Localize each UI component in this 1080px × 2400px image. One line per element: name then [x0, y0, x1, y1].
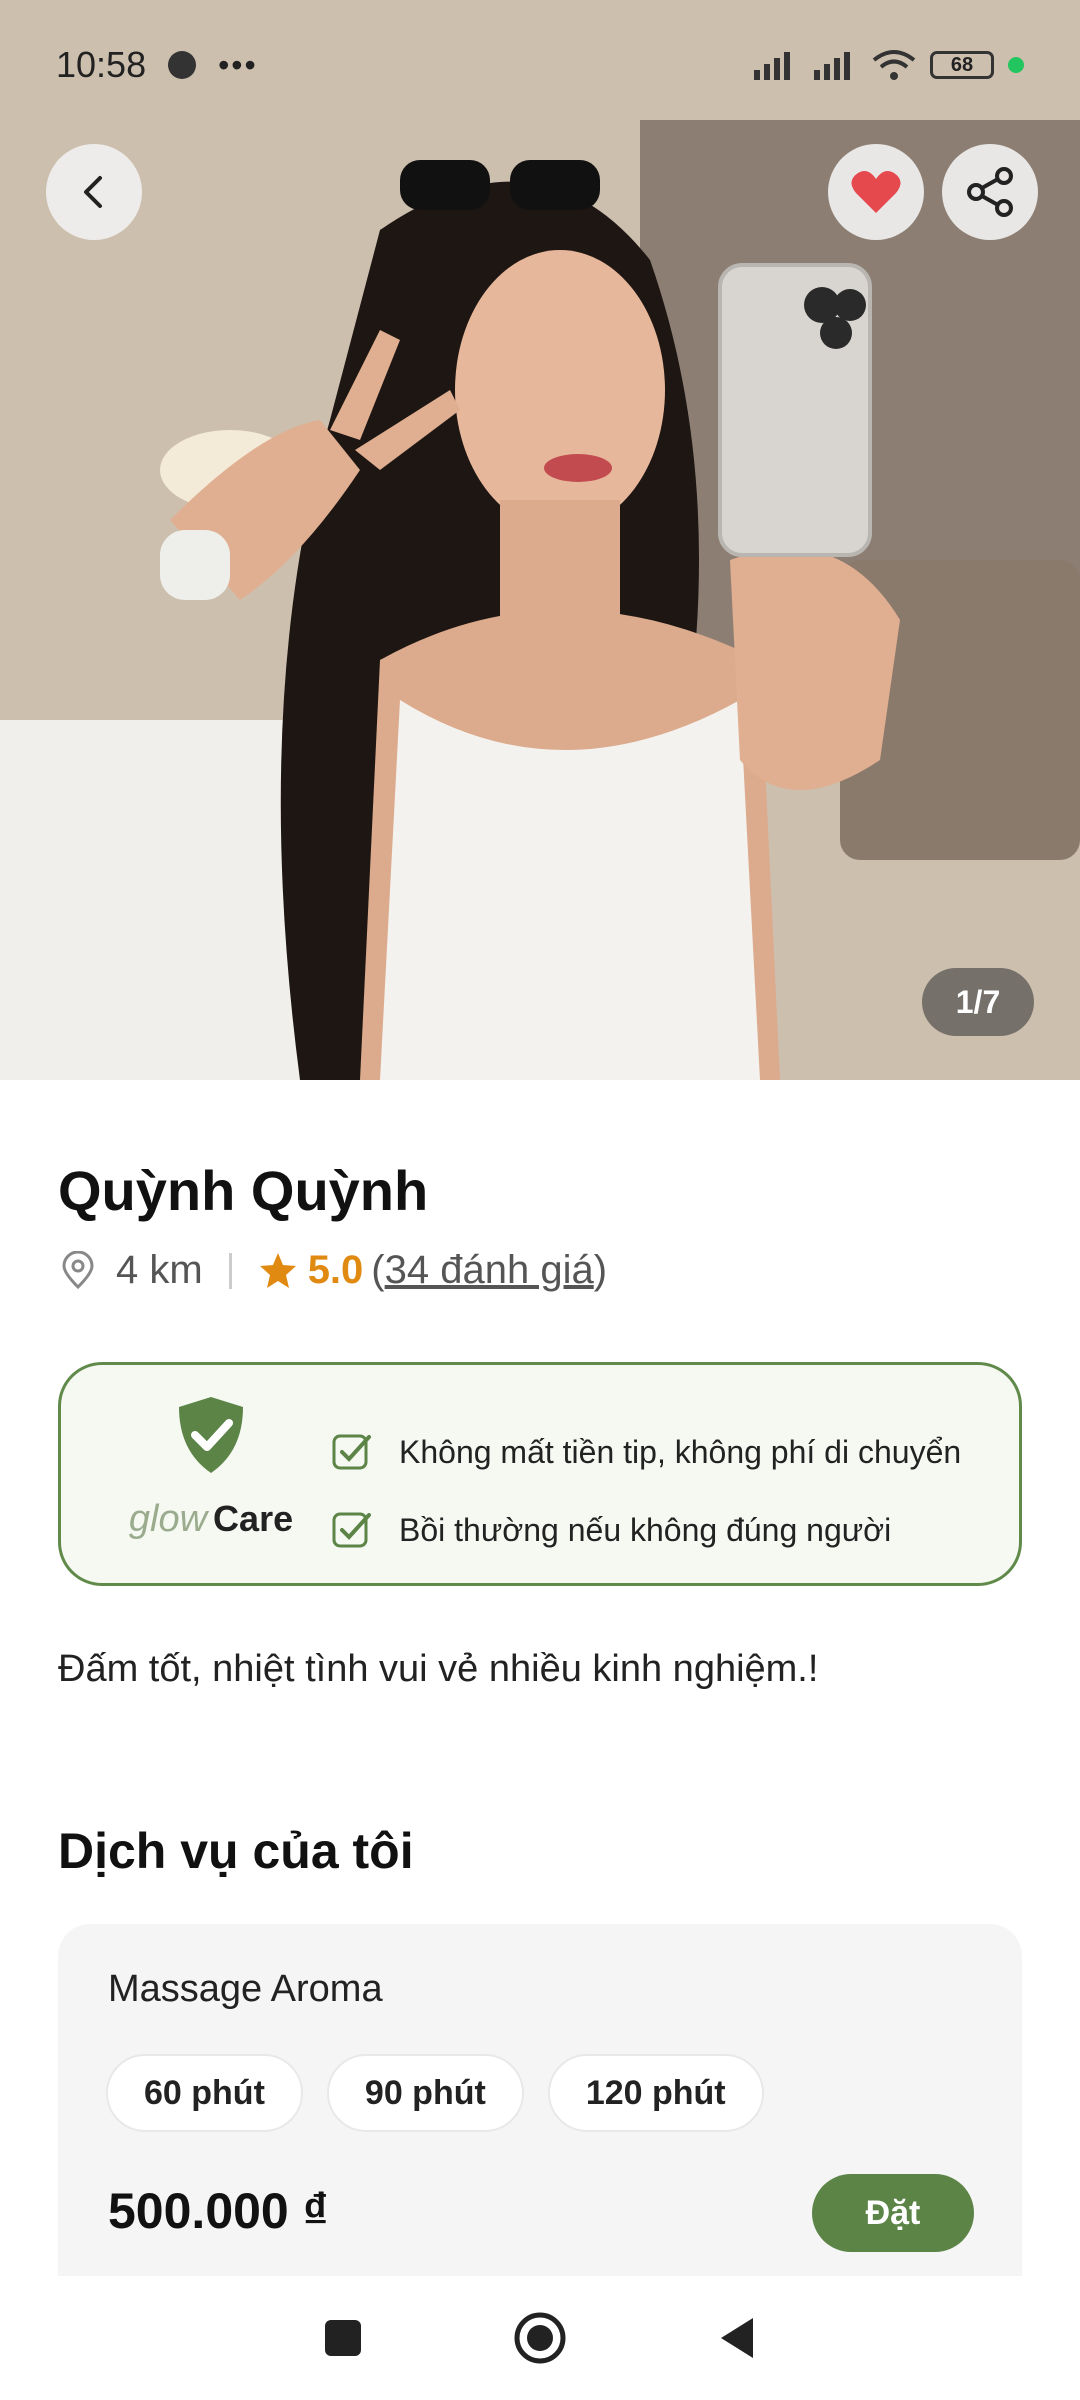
reviews-count: 34 đánh giá [384, 1248, 594, 1292]
divider [228, 1252, 232, 1289]
guarantee-text: Không mất tiền tip, không phí di chuyển [399, 1433, 962, 1470]
favorite-button[interactable] [828, 144, 924, 240]
guarantee-item: Bồi thường nếu không đúng người [331, 1491, 961, 1569]
checkbox-icon [332, 1434, 371, 1470]
signal-icon-2 [814, 52, 850, 80]
heart-icon [851, 171, 901, 213]
signal-icon [754, 52, 790, 80]
brand-glow: glow [128, 1498, 208, 1540]
guarantee-item: Không mất tiền tip, không phí di chuyển [331, 1413, 961, 1491]
profile-meta: 4 km 5.0 (34 đánh giá) [58, 1248, 607, 1293]
duration-chip-90[interactable]: 90 phút [326, 2054, 524, 2132]
checkbox-icon [332, 1512, 371, 1548]
system-nav-bar [0, 2276, 1080, 2400]
reviews-link[interactable]: (34 đánh giá) [371, 1248, 607, 1293]
provider-name: Quỳnh Quỳnh [58, 1159, 429, 1222]
service-card: Massage Aroma 60 phút 90 phút 120 phút 5… [58, 1924, 1022, 2284]
reviews-open-paren: ( [371, 1248, 385, 1292]
duration-chip-60[interactable]: 60 phút [106, 2054, 303, 2132]
shield-check-icon [179, 1397, 243, 1473]
share-icon [967, 167, 1013, 217]
recents-icon[interactable] [323, 2318, 363, 2358]
glowcare-guarantee: glow Care Không mất tiền tip, không phí … [58, 1362, 1022, 1586]
status-bar: 10:58 ••• 68 [0, 0, 1080, 130]
share-button[interactable] [942, 144, 1038, 240]
wifi-icon [872, 50, 916, 80]
profile-photo[interactable]: 10:58 ••• 68 1/7 [0, 0, 1080, 1080]
service-name: Massage Aroma [108, 1968, 383, 2010]
book-button[interactable]: Đặt [812, 2174, 974, 2252]
duration-options: 60 phút 90 phút 120 phút [106, 2054, 764, 2132]
distance-text: 4 km [116, 1248, 203, 1292]
battery-icon: 68 [930, 51, 994, 79]
brand-care: Care [213, 1498, 294, 1539]
more-notifications-icon: ••• [218, 46, 258, 83]
reviews-close-paren: ) [593, 1248, 608, 1292]
status-time: 10:58 [56, 44, 147, 85]
services-title: Dịch vụ của tôi [58, 1823, 414, 1879]
rating-value: 5.0 [307, 1248, 364, 1292]
provider-description: Đấm tốt, nhiệt tình vui vẻ nhiều kinh ng… [58, 1648, 819, 1690]
home-icon[interactable] [513, 2311, 567, 2365]
service-price: 500.000 ₫ [108, 2183, 329, 2239]
privacy-indicator-icon [1008, 57, 1024, 73]
photo-illustration [0, 0, 1080, 1080]
guarantee-text: Bồi thường nếu không đúng người [399, 1511, 892, 1548]
duration-chip-120[interactable]: 120 phút [547, 2054, 764, 2132]
system-back-icon[interactable] [717, 2316, 757, 2360]
back-button[interactable] [46, 144, 142, 240]
photo-counter: 1/7 [922, 968, 1034, 1036]
glowcare-logo: glow Care [121, 1395, 301, 1541]
back-icon [84, 176, 102, 208]
account-status-icon [168, 51, 197, 79]
star-icon [259, 1252, 296, 1288]
location-icon [62, 1250, 94, 1289]
